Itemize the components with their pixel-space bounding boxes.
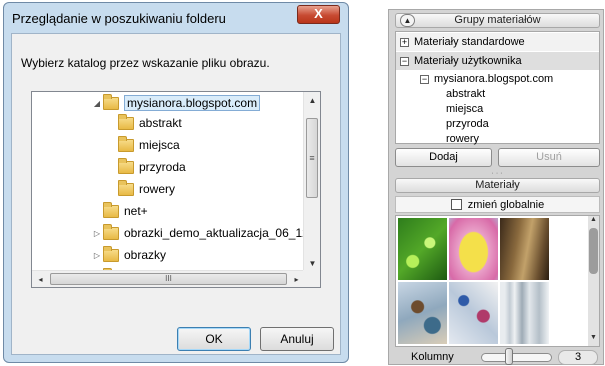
tree-item-label: rowery xyxy=(139,182,176,196)
folder-tree-viewport: ◢ mysianora.blogspot.com abstrakt miejsc… xyxy=(32,92,305,272)
cancel-button[interactable]: Anuluj xyxy=(260,327,334,351)
global-label: zmień globalnie xyxy=(467,198,545,211)
material-thumbnail[interactable] xyxy=(398,218,447,280)
collapse-minus-icon[interactable]: − xyxy=(400,56,409,66)
material-groups-tree[interactable]: + Materiały standardowe − Materiały użyt… xyxy=(395,31,600,145)
tree-item[interactable]: miejsca xyxy=(118,134,180,156)
tree-item-label: przyroda xyxy=(139,160,186,174)
dialog-titlebar[interactable]: Przeglądanie w poszukiwaniu folderu X xyxy=(4,3,348,33)
dialog-client-area: Wybierz katalog przez wskazanie pliku ob… xyxy=(11,33,341,355)
group-item-user[interactable]: − Materiały użytkownika xyxy=(396,52,599,70)
groups-header: ▲ Grupy materiałów xyxy=(395,13,600,28)
columns-value: 3 xyxy=(558,350,598,365)
scroll-down-icon[interactable]: ▼ xyxy=(588,334,599,341)
group-label: Materiały standardowe xyxy=(414,36,525,48)
thumbnails-scrollbar[interactable]: ▲ ▼ xyxy=(588,216,599,346)
groups-header-label: Grupy materiałów xyxy=(454,14,541,26)
material-label: miejsca xyxy=(446,103,484,115)
folder-icon xyxy=(103,245,119,262)
scroll-corner xyxy=(303,270,320,287)
material-thumbnail[interactable] xyxy=(449,218,498,280)
expand-plus-icon[interactable]: + xyxy=(400,37,409,47)
materials-panel: ▲ Grupy materiałów + Materiały standardo… xyxy=(388,9,604,365)
tree-item[interactable]: przyroda xyxy=(118,156,186,178)
tree-item[interactable]: ▷ obrazki_demo_aktualizacja_06_12_ xyxy=(91,222,305,244)
collapse-minus-icon[interactable]: − xyxy=(420,74,429,84)
expand-arrow-icon[interactable]: ◢ xyxy=(91,99,103,108)
material-label: przyroda xyxy=(446,118,489,130)
vertical-scrollbar[interactable]: ▲ ≡ ▼ xyxy=(303,92,320,272)
tree-item[interactable]: ◢ mysianora.blogspot.com xyxy=(91,92,261,114)
material-thumbnail[interactable] xyxy=(500,218,549,280)
folder-icon xyxy=(103,93,119,110)
splitter-grip-icon[interactable]: · · · xyxy=(389,170,605,177)
instruction-text: Wybierz katalog przez wskazanie pliku ob… xyxy=(21,56,270,70)
folder-icon xyxy=(118,179,134,196)
material-thumbnail[interactable] xyxy=(500,282,549,344)
tree-item-label: obrazki_demo_aktualizacja_06_12_ xyxy=(124,226,305,240)
material-thumbnail[interactable] xyxy=(398,282,447,344)
folder-icon xyxy=(118,135,134,152)
material-thumbnails[interactable]: ▲ ▼ xyxy=(395,215,600,347)
folder-tree[interactable]: ◢ mysianora.blogspot.com abstrakt miejsc… xyxy=(31,91,321,288)
subgroup-label: mysianora.blogspot.com xyxy=(434,73,554,85)
tree-item[interactable]: rowery xyxy=(118,178,175,200)
group-label: Materiały użytkownika xyxy=(414,55,522,67)
material-label: rowery xyxy=(446,133,480,145)
tree-item-label: miejsca xyxy=(139,138,180,152)
group-item-standard[interactable]: + Materiały standardowe xyxy=(396,33,599,51)
scroll-left-icon[interactable]: ◂ xyxy=(32,271,49,287)
collapse-up-icon[interactable]: ▲ xyxy=(400,14,415,27)
ok-button[interactable]: OK xyxy=(177,327,251,351)
material-item[interactable]: rowery xyxy=(396,130,599,148)
tree-item-label: obrazky xyxy=(124,248,167,262)
tree-item-label: abstrakt xyxy=(139,116,182,130)
tree-item-label: mysianora.blogspot.com xyxy=(124,95,261,111)
add-button[interactable]: Dodaj xyxy=(395,148,492,167)
columns-slider-track[interactable] xyxy=(481,353,552,362)
material-thumbnail[interactable] xyxy=(449,282,498,344)
expand-arrow-icon[interactable]: ▷ xyxy=(91,251,103,260)
tree-item[interactable]: net+ xyxy=(91,200,148,222)
grip-icon: ≡ xyxy=(309,153,315,163)
global-change-toggle[interactable]: zmień globalnie xyxy=(395,196,600,213)
horizontal-scrollbar[interactable]: ◂ III ▸ xyxy=(32,270,305,287)
materials-header: Materiały xyxy=(395,178,600,193)
columns-label: Kolumny xyxy=(411,351,454,363)
vertical-scroll-thumb[interactable]: ≡ xyxy=(306,118,318,198)
folder-icon xyxy=(118,157,134,174)
columns-slider-handle[interactable] xyxy=(505,348,513,365)
folder-icon xyxy=(103,223,119,240)
expand-arrow-icon[interactable]: ▷ xyxy=(91,229,103,238)
tree-item-label: net+ xyxy=(124,204,148,218)
tree-item[interactable]: abstrakt xyxy=(118,112,182,134)
close-button[interactable]: X xyxy=(297,5,340,24)
thumbnails-scroll-thumb[interactable] xyxy=(589,228,598,274)
folder-icon xyxy=(103,201,119,218)
tree-item[interactable]: ▷ obrazky xyxy=(91,244,166,266)
material-label: abstrakt xyxy=(446,88,486,100)
browse-folder-dialog: Przeglądanie w poszukiwaniu folderu X Wy… xyxy=(3,2,349,363)
remove-button[interactable]: Usuń xyxy=(498,148,600,167)
scroll-up-icon[interactable]: ▲ xyxy=(588,216,599,223)
folder-icon xyxy=(118,113,134,130)
global-checkbox[interactable] xyxy=(450,199,462,210)
scroll-up-icon[interactable]: ▲ xyxy=(304,92,320,109)
dialog-title: Przeglądanie w poszukiwaniu folderu xyxy=(12,11,226,26)
horizontal-scroll-thumb[interactable]: III xyxy=(50,273,287,285)
